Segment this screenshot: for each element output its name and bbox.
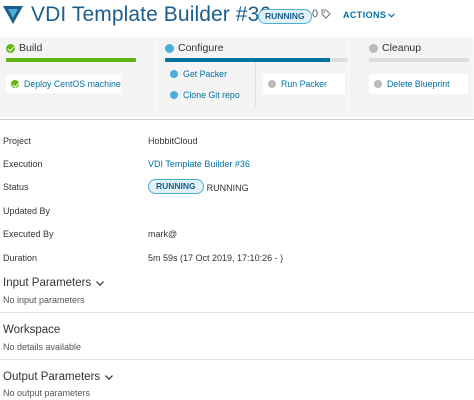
workspace-empty: No details available — [3, 342, 82, 352]
task-get-packer[interactable]: Get Packer — [165, 64, 255, 84]
detail-row-duration: Duration 5m 59s (17 Oct 2019, 17:10:26 -… — [0, 247, 474, 270]
input-parameters-empty: No input parameters — [3, 295, 85, 305]
status-text: RUNNING — [206, 183, 249, 193]
detail-label: Project — [3, 136, 32, 146]
stage-name: Configure — [178, 42, 224, 54]
task-name: Run Packer — [281, 79, 327, 89]
detail-label: Execution — [3, 159, 43, 169]
success-icon — [6, 43, 15, 53]
task-delete-blueprint[interactable]: Delete Blueprint — [369, 74, 468, 94]
stage-build[interactable]: Build Deploy CentOS machine — [0, 37, 156, 115]
actions-label: ACTIONS — [343, 10, 387, 20]
stage-progress-fill — [165, 58, 330, 62]
task-name: Delete Blueprint — [387, 79, 450, 89]
stage-header: Cleanup — [369, 42, 421, 54]
section-title: Output Parameters — [3, 371, 101, 383]
task-connector — [255, 62, 256, 106]
running-icon — [170, 70, 178, 78]
detail-value: RUNNING RUNNING — [148, 179, 249, 194]
divider — [0, 119, 474, 120]
stage-progress — [6, 58, 136, 62]
task-name: Get Packer — [183, 69, 228, 79]
divider — [0, 312, 474, 313]
running-icon — [165, 43, 174, 53]
tag-counter[interactable]: 0 — [312, 8, 331, 20]
stage-name: Cleanup — [382, 42, 422, 54]
detail-label: Duration — [3, 253, 38, 263]
stage-header: Build — [6, 42, 42, 54]
section-title: Workspace — [3, 324, 61, 336]
stage-name: Build — [19, 42, 43, 54]
detail-value: HobbitCloud — [148, 136, 198, 146]
page-title: VDI Template Builder #36 — [31, 3, 272, 26]
task-name: Deploy CentOS machine — [24, 79, 121, 89]
actions-menu-button[interactable]: ACTIONS — [343, 10, 396, 20]
pipeline-logo-icon — [3, 6, 23, 24]
output-parameters-toggle[interactable]: Output Parameters — [3, 371, 114, 383]
tag-icon — [321, 9, 331, 19]
chevron-down-icon — [96, 280, 105, 286]
stage-header: Configure — [165, 42, 224, 54]
detail-row-executed-by: Executed By mark@ — [0, 223, 474, 246]
detail-row-status: Status RUNNING RUNNING — [0, 176, 474, 199]
task-run-packer[interactable]: Run Packer — [263, 74, 345, 94]
pending-icon — [268, 80, 276, 88]
stage-progress-fill — [6, 58, 136, 62]
chevron-down-icon — [105, 374, 114, 380]
stage-progress — [369, 58, 469, 62]
workspace-title: Workspace — [3, 324, 60, 336]
task-name: Clone Git repo — [183, 90, 240, 100]
divider — [0, 359, 474, 360]
detail-row-updated-by: Updated By — [0, 200, 474, 223]
output-parameters-empty: No output parameters — [3, 388, 91, 398]
page-header: VDI Template Builder #36 RUNNING 0 ACTIO… — [0, 0, 474, 32]
detail-row-execution: Execution VDI Template Builder #36 — [0, 153, 474, 176]
task-clone-git-repo[interactable]: Clone Git repo — [165, 85, 257, 105]
pending-icon — [369, 43, 378, 53]
section-title: Input Parameters — [3, 277, 92, 289]
input-parameters-toggle[interactable]: Input Parameters — [3, 277, 105, 289]
detail-row-project: Project HobbitCloud — [0, 130, 474, 153]
stage-configure[interactable]: Configure Get Packer Clone Git repo Run … — [159, 37, 349, 115]
execution-link[interactable]: VDI Template Builder #36 — [148, 159, 250, 169]
task-deploy-centos[interactable]: Deploy CentOS machine — [6, 75, 121, 93]
success-icon — [11, 80, 19, 88]
pending-icon — [374, 80, 382, 88]
status-badge: RUNNING — [258, 9, 312, 24]
detail-value: 5m 59s (17 Oct 2019, 17:10:26 - ) — [148, 253, 284, 263]
status-badge: RUNNING — [148, 179, 204, 194]
detail-value: mark@ — [148, 229, 178, 239]
detail-label: Updated By — [3, 206, 51, 216]
detail-label: Executed By — [3, 229, 54, 239]
chevron-down-icon — [388, 12, 396, 18]
running-icon — [170, 91, 178, 99]
tag-count: 0 — [312, 8, 319, 20]
stage-progress — [165, 58, 348, 62]
stage-cleanup[interactable]: Cleanup Delete Blueprint — [363, 37, 474, 115]
pipeline-view: Build Deploy CentOS machine Configure Ge… — [0, 37, 474, 117]
detail-label: Status — [3, 182, 29, 192]
